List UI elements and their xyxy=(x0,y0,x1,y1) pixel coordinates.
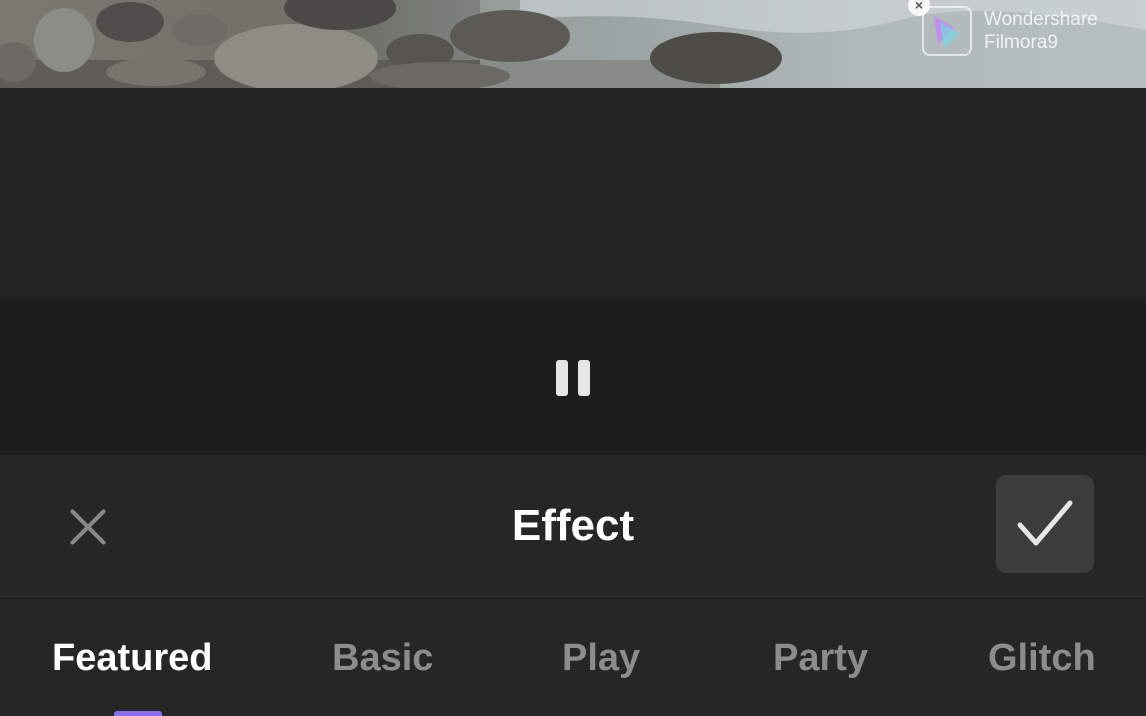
watermark-line-1: Wondershare xyxy=(984,9,1098,30)
tab-basic[interactable]: Basic xyxy=(332,637,433,680)
tab-glitch[interactable]: Glitch xyxy=(988,637,1096,680)
tab-featured[interactable]: Featured xyxy=(52,637,212,680)
watermark-line-2: Filmora9 xyxy=(984,32,1058,53)
panel-title: Effect xyxy=(511,501,635,550)
active-tab-indicator xyxy=(114,711,162,716)
effect-panel: Effect Featured Basic Play Party Glitch xyxy=(0,455,1146,716)
close-button[interactable] xyxy=(60,499,116,555)
effect-tabs: Featured Basic Play Party Glitch xyxy=(0,599,1146,716)
tab-play[interactable]: Play xyxy=(562,637,640,680)
filmora-logo-icon xyxy=(922,6,972,56)
checkmark-icon xyxy=(1017,500,1073,546)
preview-canvas xyxy=(0,88,1146,300)
watermark[interactable]: × Wondershare Filmora9 xyxy=(908,0,1140,62)
confirm-button[interactable] xyxy=(996,475,1094,573)
watermark-text: Wondershare Filmora9 xyxy=(984,8,1098,54)
app-screen: × Wondershare Filmora9 Effect Featured B… xyxy=(0,0,1146,716)
video-preview[interactable]: × Wondershare Filmora9 xyxy=(0,0,1146,88)
pause-button[interactable] xyxy=(546,352,600,404)
effect-panel-header: Effect xyxy=(0,455,1146,599)
tab-party[interactable]: Party xyxy=(773,637,868,680)
